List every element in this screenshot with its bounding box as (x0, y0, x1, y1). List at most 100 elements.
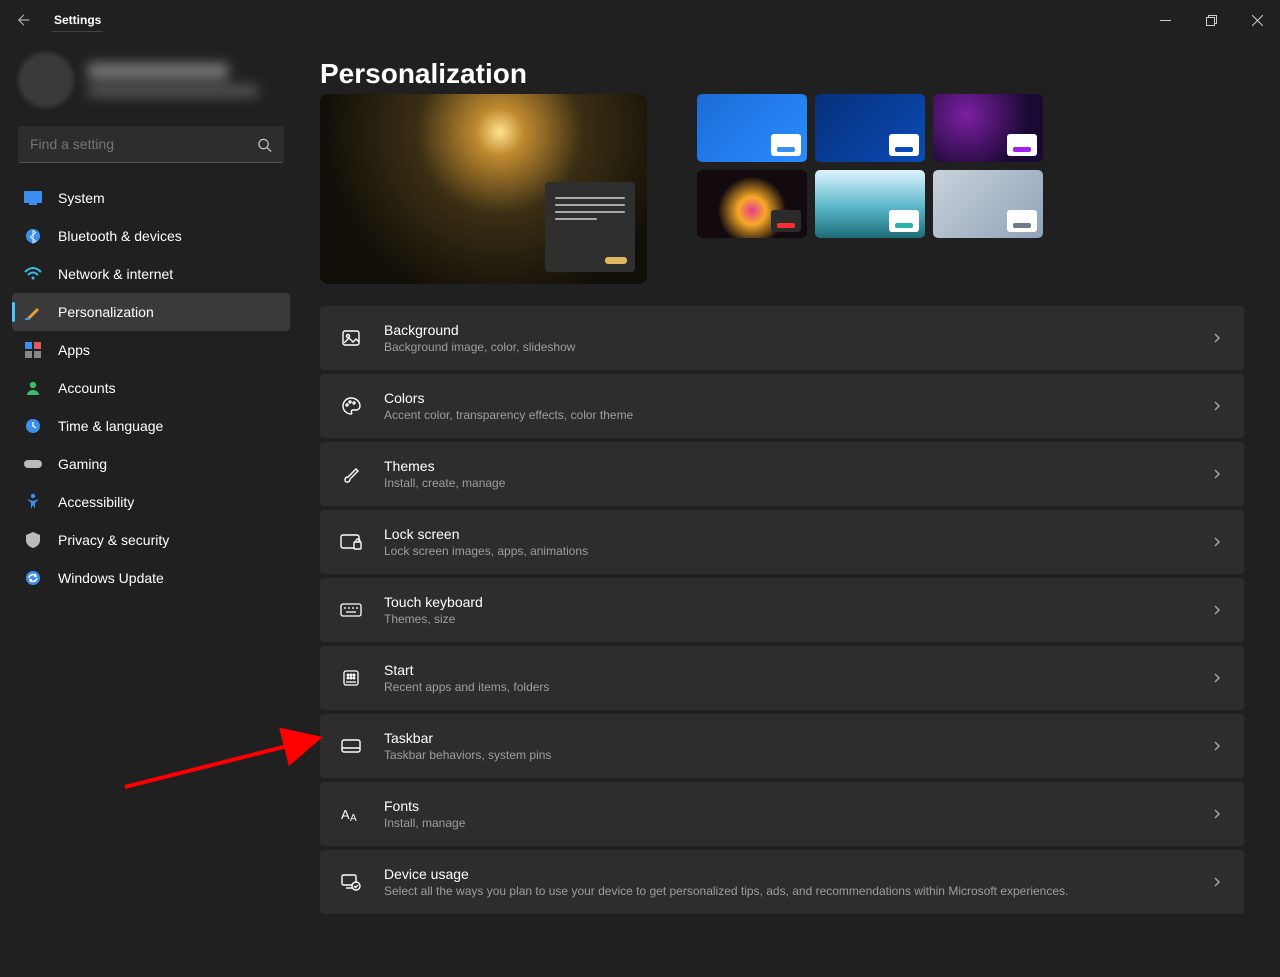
time-icon (24, 417, 42, 435)
main-content: Personalization Background Background ima… (300, 40, 1280, 977)
sidebar-item-label: Bluetooth & devices (58, 228, 182, 244)
settings-row-colors[interactable]: ColorsAccent color, transparency effects… (320, 374, 1244, 438)
sidebar-item-update[interactable]: Windows Update (12, 559, 290, 597)
row-text: Lock screenLock screen images, apps, ani… (384, 526, 1210, 558)
titlebar: Settings (0, 0, 1280, 40)
wifi-icon (24, 265, 42, 283)
app-title: Settings (52, 9, 103, 32)
sidebar-item-accounts[interactable]: Accounts (12, 369, 290, 407)
theme-option-5[interactable] (815, 170, 925, 238)
sidebar-item-label: System (58, 190, 105, 206)
palette-icon (340, 395, 362, 417)
keyboard-icon (340, 599, 362, 621)
sidebar-item-bluetooth[interactable]: Bluetooth & devices (12, 217, 290, 255)
row-text: Start Recent apps and items, folders (384, 662, 1210, 694)
settings-row-touch-keyboard[interactable]: Touch keyboardThemes, size (320, 578, 1244, 642)
chevron-right-icon (1210, 807, 1224, 821)
lock-screen-icon (340, 531, 362, 553)
maximize-button[interactable] (1188, 4, 1234, 36)
row-subtitle: Recent apps and items, folders (384, 680, 1210, 694)
accessibility-icon (24, 493, 42, 511)
row-subtitle: Install, manage (384, 816, 1210, 830)
settings-row-themes[interactable]: Themes Install, create, manage (320, 442, 1244, 506)
chevron-right-icon (1210, 875, 1224, 889)
row-title: Touch keyboard (384, 594, 1210, 610)
settings-row-taskbar[interactable]: Taskbar Taskbar behaviors, system pins (320, 714, 1244, 778)
gaming-icon (24, 455, 42, 473)
row-text: Touch keyboardThemes, size (384, 594, 1210, 626)
personalization-icon (24, 303, 42, 321)
sidebar-item-label: Accessibility (58, 494, 134, 510)
chevron-right-icon (1210, 535, 1224, 549)
settings-row-start[interactable]: Start Recent apps and items, folders (320, 646, 1244, 710)
row-title: Device usage (384, 866, 1210, 882)
row-text: Themes Install, create, manage (384, 458, 1210, 490)
sidebar-item-time[interactable]: Time & language (12, 407, 290, 445)
row-title: Themes (384, 458, 1210, 474)
row-subtitle: Select all the ways you plan to use your… (384, 884, 1210, 898)
theme-option-6[interactable] (933, 170, 1043, 238)
chevron-right-icon (1210, 331, 1224, 345)
row-subtitle: Lock screen images, apps, animations (384, 544, 1210, 558)
sidebar-item-privacy[interactable]: Privacy & security (12, 521, 290, 559)
theme-option-3[interactable] (933, 94, 1043, 162)
sidebar-item-system[interactable]: System (12, 179, 290, 217)
image-icon (340, 327, 362, 349)
sidebar-item-personalization[interactable]: Personalization (12, 293, 290, 331)
row-text: ColorsAccent color, transparency effects… (384, 390, 1210, 422)
start-icon (340, 667, 362, 689)
row-title: Colors (384, 390, 1210, 406)
user-block[interactable] (12, 52, 290, 108)
sidebar-item-label: Gaming (58, 456, 107, 472)
settings-row-background[interactable]: Background Background image, color, slide… (320, 306, 1244, 370)
theme-option-1[interactable] (697, 94, 807, 162)
sidebar-item-label: Windows Update (58, 570, 164, 586)
search-icon (257, 137, 272, 152)
sidebar-item-label: Apps (58, 342, 90, 358)
svg-text:A: A (341, 807, 350, 822)
minimize-button[interactable] (1142, 4, 1188, 36)
brush-icon (340, 463, 362, 485)
sidebar-item-label: Personalization (58, 304, 154, 320)
theme-option-2[interactable] (815, 94, 925, 162)
page-title: Personalization (320, 58, 1244, 90)
row-text: Device usage Select all the ways you plan… (384, 866, 1210, 898)
window-controls (1142, 4, 1280, 36)
accounts-icon (24, 379, 42, 397)
sidebar-item-accessibility[interactable]: Accessibility (12, 483, 290, 521)
taskbar-icon (340, 735, 362, 757)
preview-row (320, 94, 1244, 284)
row-subtitle: Taskbar behaviors, system pins (384, 748, 1210, 762)
settings-row-lock-screen[interactable]: Lock screenLock screen images, apps, ani… (320, 510, 1244, 574)
back-button[interactable] (14, 10, 34, 30)
settings-row-fonts[interactable]: AA Fonts Install, manage (320, 782, 1244, 846)
search-input[interactable] (18, 126, 284, 163)
fonts-icon: AA (340, 803, 362, 825)
row-text: Taskbar Taskbar behaviors, system pins (384, 730, 1210, 762)
sidebar: System Bluetooth & devices Network & int… (0, 40, 300, 977)
row-title: Start (384, 662, 1210, 678)
sidebar-item-label: Time & language (58, 418, 163, 434)
chevron-right-icon (1210, 671, 1224, 685)
bluetooth-icon (24, 227, 42, 245)
settings-row-device-usage[interactable]: Device usage Select all the ways you plan… (320, 850, 1244, 914)
close-button[interactable] (1234, 4, 1280, 36)
row-subtitle: Background image, color, slideshow (384, 340, 1210, 354)
row-subtitle: Install, create, manage (384, 476, 1210, 490)
chevron-right-icon (1210, 467, 1224, 481)
chevron-right-icon (1210, 603, 1224, 617)
search-box[interactable] (18, 126, 284, 163)
svg-text:A: A (350, 813, 357, 823)
row-text: Fonts Install, manage (384, 798, 1210, 830)
row-title: Fonts (384, 798, 1210, 814)
sidebar-item-network[interactable]: Network & internet (12, 255, 290, 293)
theme-grid (697, 94, 1043, 238)
row-title: Background (384, 322, 1210, 338)
apps-icon (24, 341, 42, 359)
desktop-preview[interactable] (320, 94, 647, 284)
sidebar-item-gaming[interactable]: Gaming (12, 445, 290, 483)
sidebar-item-apps[interactable]: Apps (12, 331, 290, 369)
theme-option-4[interactable] (697, 170, 807, 238)
row-title: Taskbar (384, 730, 1210, 746)
sidebar-item-label: Accounts (58, 380, 116, 396)
